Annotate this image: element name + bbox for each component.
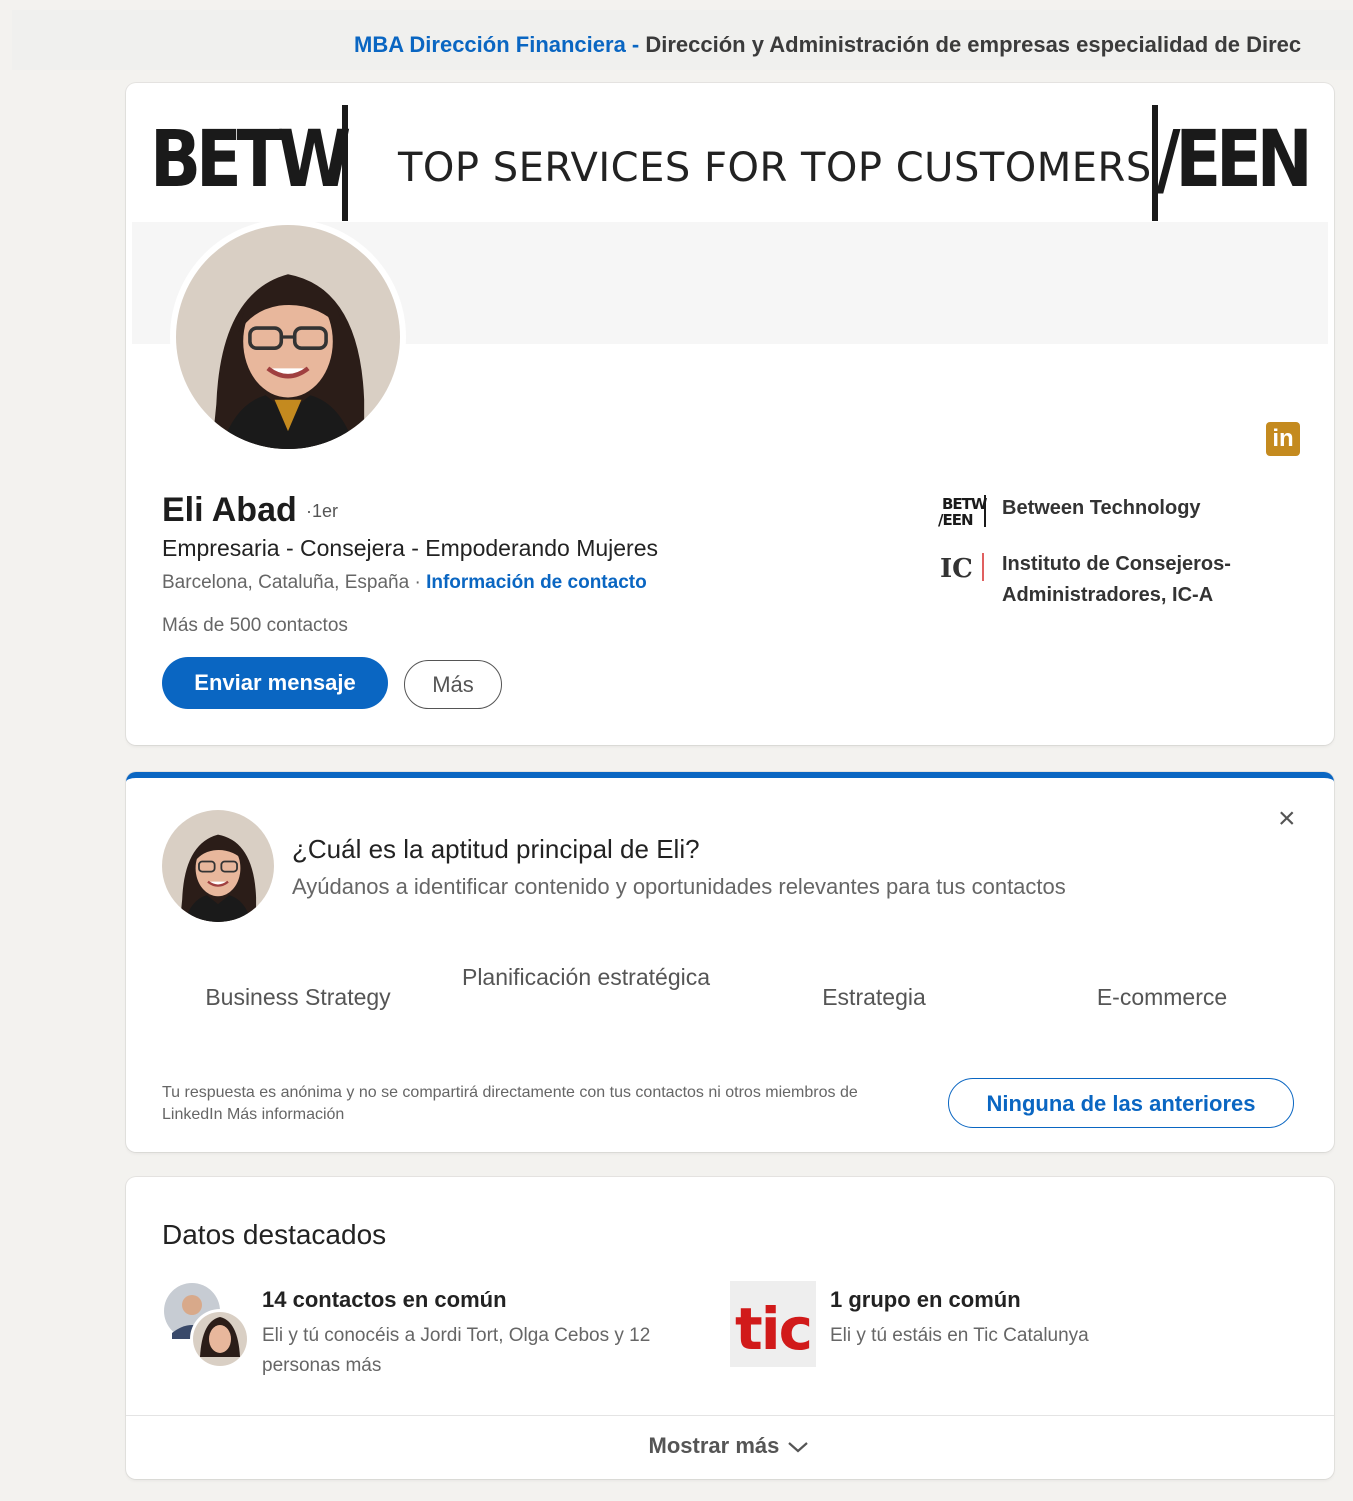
highlights-card: Datos destacados 14 contactos en común E… <box>126 1177 1334 1479</box>
banner-tagline: TOP SERVICES FOR TOP CUSTOMERS <box>398 145 1152 191</box>
profile-name: Eli Abad <box>162 491 297 529</box>
send-message-button[interactable]: Enviar mensaje <box>162 657 388 709</box>
skill-question: ¿Cuál es la aptitud principal de Eli? <box>292 834 700 864</box>
svg-text:IC: IC <box>940 554 973 584</box>
mutual-contacts-title[interactable]: 14 contactos en común <box>262 1287 507 1313</box>
skill-prompt-card: ¿Cuál es la aptitud principal de Eli? Ay… <box>126 772 1334 1152</box>
tic-catalunya-logo[interactable]: tic <box>730 1281 816 1367</box>
avatar-image <box>162 810 274 922</box>
between-technology-logo-icon: BETW /EEN <box>938 495 989 529</box>
connection-degree: ·1er <box>306 501 339 521</box>
course-link[interactable]: MBA Dirección Financiera - <box>354 32 639 57</box>
ica-logo-icon: IC <box>940 553 984 584</box>
chevron-down-icon <box>788 1442 809 1453</box>
skill-option-ecommerce[interactable]: E-commerce <box>1032 978 1292 1016</box>
contact-info-link[interactable]: Información de contacto <box>426 572 647 593</box>
company-name: Instituto de Consejeros-Administradores,… <box>1002 553 1231 606</box>
skill-option-estrategia[interactable]: Estrategia <box>744 978 1004 1016</box>
mutual-group-title[interactable]: 1 grupo en común <box>830 1287 1021 1313</box>
svg-text:/EEN: /EEN <box>938 511 973 529</box>
banner-divider-left <box>342 105 348 221</box>
skill-option-planificacion-estrategica[interactable]: Planificación estratégica <box>456 958 716 996</box>
show-more-button[interactable]: Mostrar más <box>126 1433 1334 1459</box>
mutual-contacts-subtitle: Eli y tú conocéis a Jordi Tort, Olga Ceb… <box>262 1325 651 1376</box>
close-icon[interactable]: × <box>1278 802 1296 836</box>
mutual-contacts-avatars[interactable] <box>162 1281 252 1371</box>
course-description: Dirección y Administración de empresas e… <box>639 32 1302 57</box>
none-of-the-above-button[interactable]: Ninguna de las anteriores <box>948 1078 1294 1128</box>
course-ticker: MBA Dirección Financiera - Dirección y A… <box>12 10 1353 70</box>
skill-subtitle: Ayúdanos a identificar contenido y oport… <box>292 874 1066 899</box>
banner-brand-right: /EEN <box>1156 115 1313 205</box>
divider <box>126 1415 1334 1416</box>
profile-location: Barcelona, Cataluña, España · Informació… <box>162 572 647 594</box>
connections-count[interactable]: Más de 500 contactos <box>162 615 348 637</box>
skill-option-business-strategy[interactable]: Business Strategy <box>168 978 428 1016</box>
profile-card: BETW TOP SERVICES FOR TOP CUSTOMERS /EEN… <box>126 83 1334 745</box>
profile-photo[interactable] <box>170 219 406 455</box>
skill-prompt-avatar <box>162 810 274 922</box>
location-text: Barcelona, Cataluña, España · <box>162 572 427 593</box>
anonymity-note: Tu respuesta es anónima y no se comparti… <box>162 1084 858 1123</box>
company-name: Between Technology <box>1002 497 1201 519</box>
show-more-label: Mostrar más <box>648 1433 780 1458</box>
highlights-title: Datos destacados <box>162 1219 387 1250</box>
profile-headline: Empresaria - Consejera - Empoderando Muj… <box>162 535 658 561</box>
more-button[interactable]: Más <box>404 660 502 709</box>
mutual-group-subtitle: Eli y tú estáis en Tic Catalunya <box>830 1325 1089 1346</box>
profile-banner: BETW TOP SERVICES FOR TOP CUSTOMERS /EEN <box>132 89 1328 222</box>
profile-photo-image <box>176 225 400 449</box>
linkedin-icon[interactable]: in <box>1266 422 1300 456</box>
banner-brand-left: BETW <box>150 115 351 205</box>
